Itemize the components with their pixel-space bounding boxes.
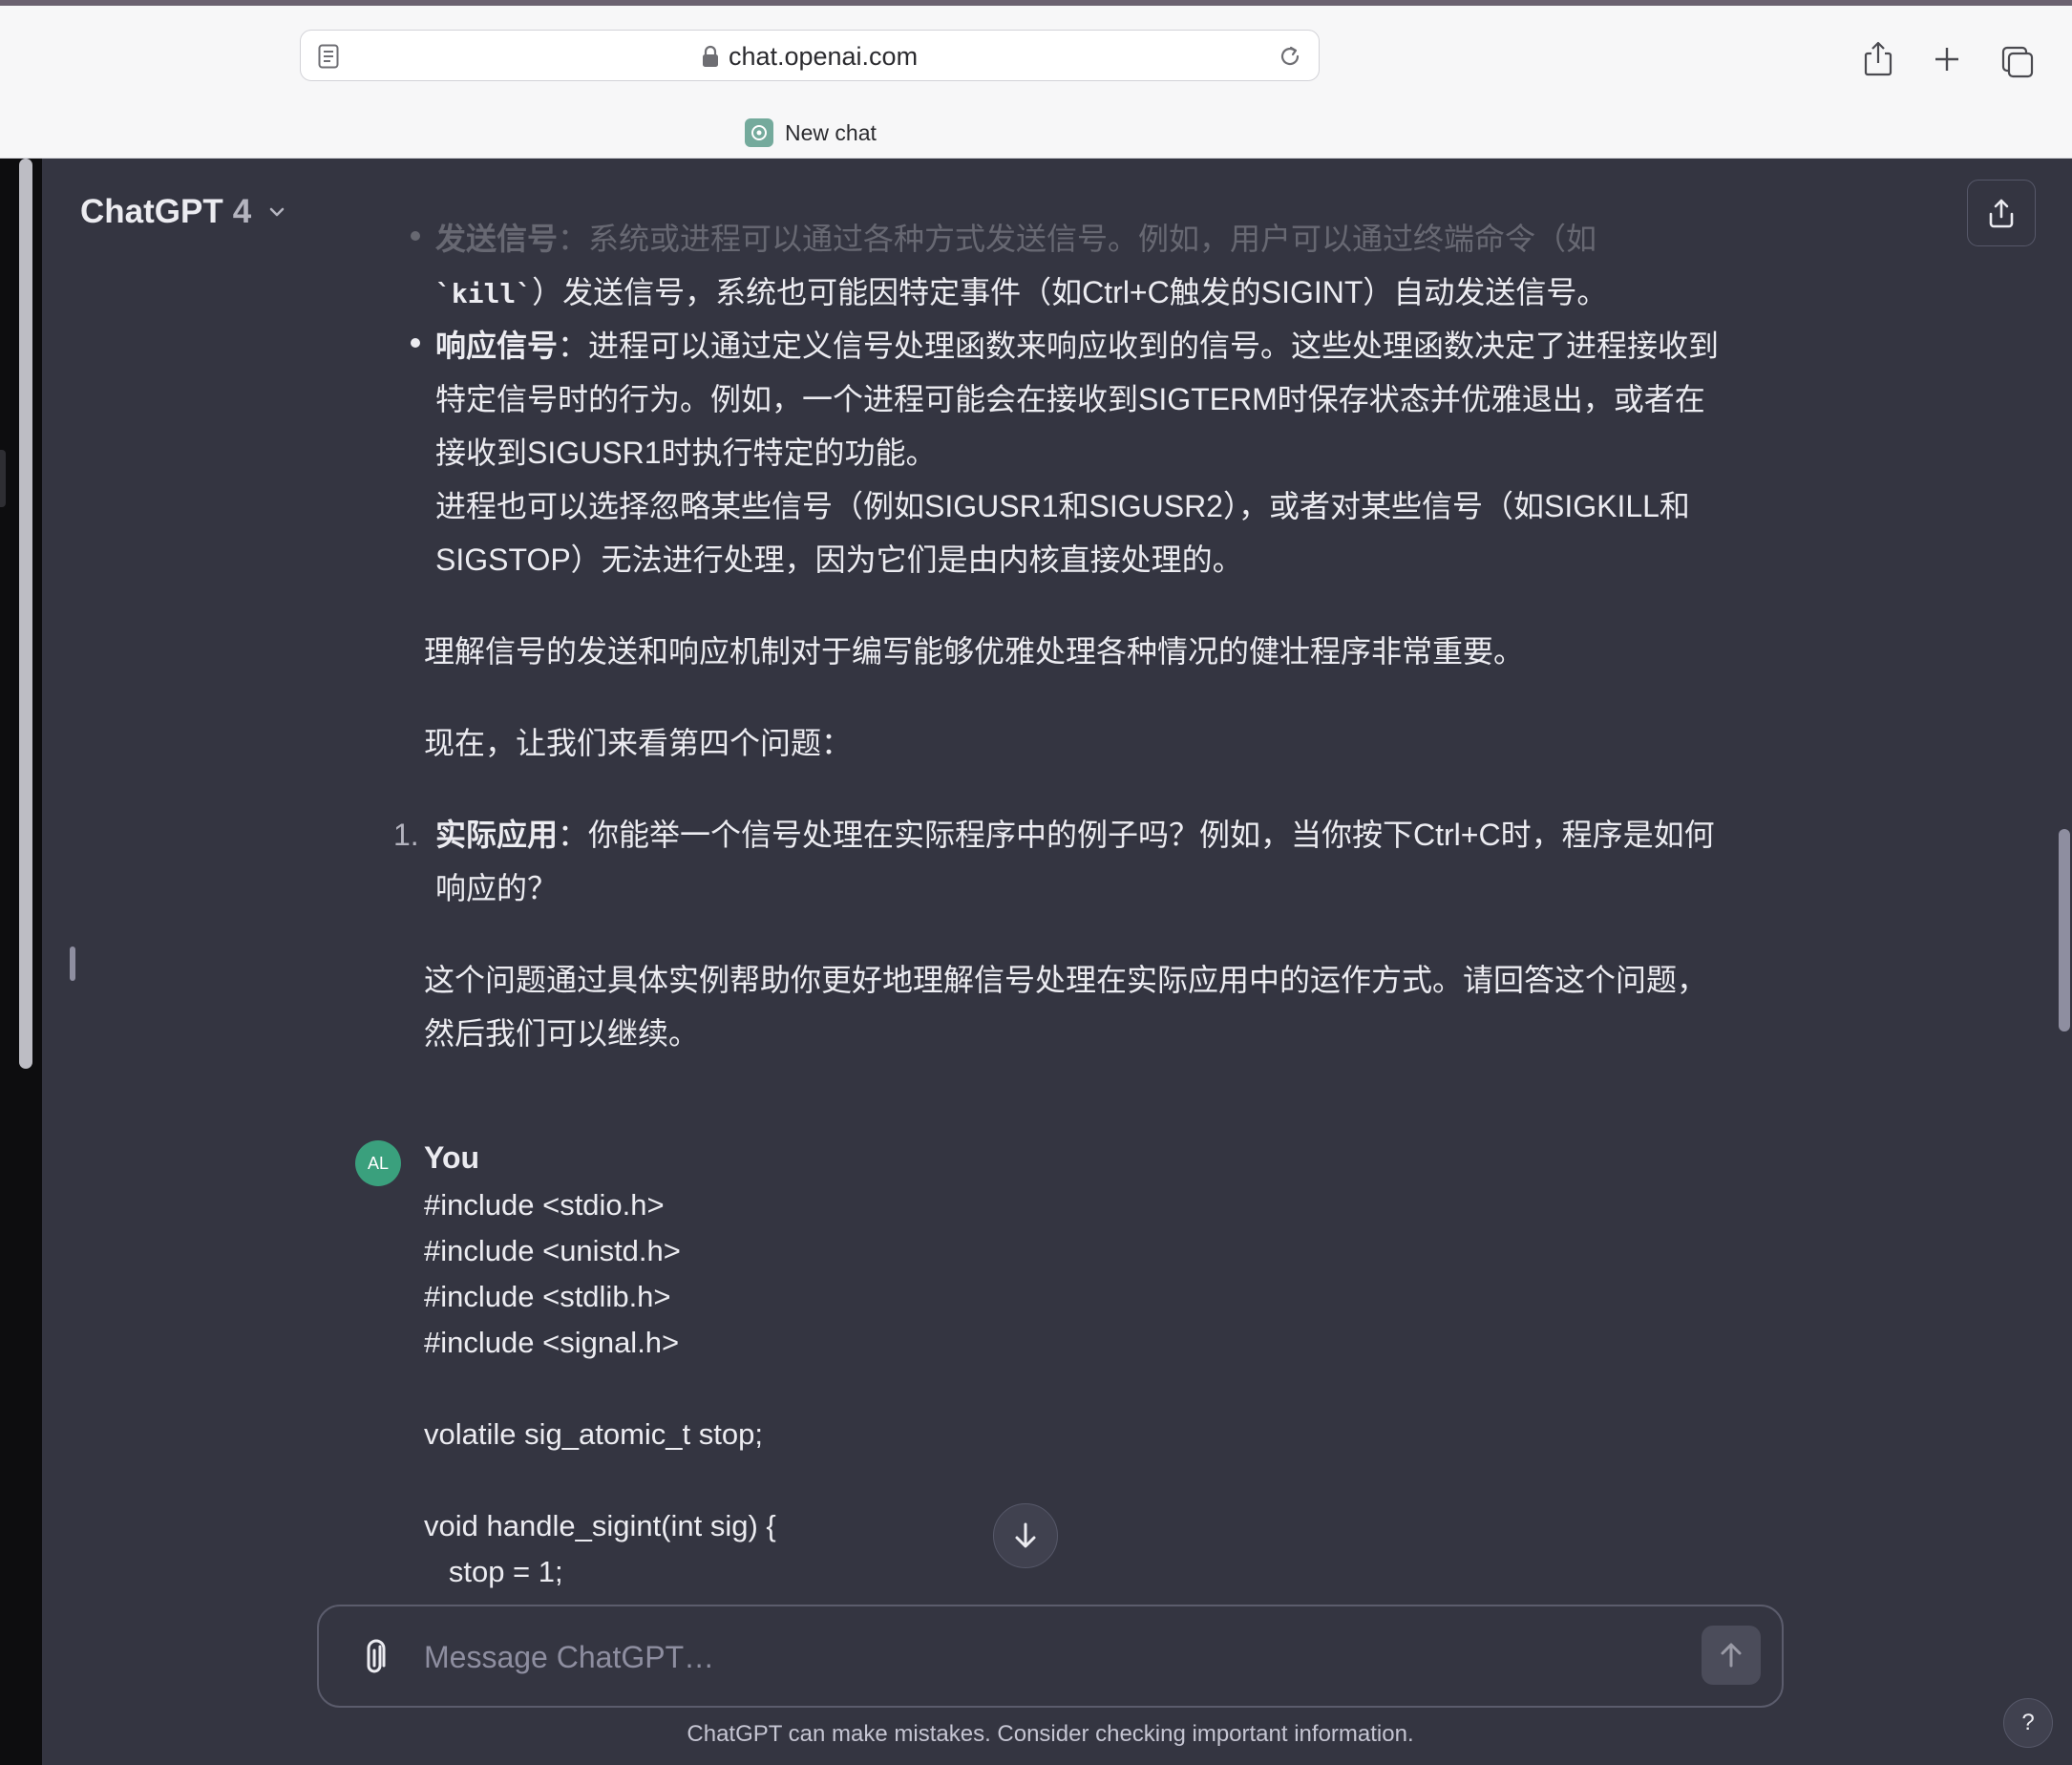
plus-icon[interactable] xyxy=(1929,40,1965,78)
bullet-2-line-5: SIGSTOP）无法进行处理，因为它们是由内核直接处理的。 xyxy=(435,542,1243,577)
send-button[interactable] xyxy=(1702,1626,1761,1685)
chevron-down-icon xyxy=(269,207,285,217)
url-text[interactable]: chat.openai.com xyxy=(729,42,918,72)
openai-logo-icon xyxy=(745,118,773,147)
sidebar-scrollbar[interactable] xyxy=(19,159,32,1069)
paperclip-icon[interactable] xyxy=(359,1637,393,1679)
avatar: AL xyxy=(355,1140,401,1186)
tabs-overview-icon[interactable] xyxy=(1999,40,2036,78)
address-bar[interactable]: chat.openai.com xyxy=(300,30,1320,81)
scroll-to-bottom-button[interactable] xyxy=(993,1503,1058,1568)
paragraph-2: 现在，让我们来看第四个问题： xyxy=(424,726,853,760)
bullet-2-line-3: 接收到SIGUSR1时执行特定的功能。 xyxy=(435,436,937,470)
reload-icon[interactable] xyxy=(1277,43,1303,70)
tab-title: New chat xyxy=(785,119,877,145)
message-input[interactable] xyxy=(424,1629,1617,1685)
sidebar-toggle-handle[interactable] xyxy=(70,946,75,981)
share-chat-button[interactable] xyxy=(1967,180,2036,246)
upload-share-icon xyxy=(1989,199,2014,228)
user-code-line: stop = 1; xyxy=(424,1555,563,1588)
help-button[interactable]: ? xyxy=(2003,1698,2053,1748)
chat-scrollbar[interactable] xyxy=(2059,829,2070,1031)
closing-line-2: 然后我们可以继续。 xyxy=(424,1016,700,1051)
user-code-line: #include <unistd.h> xyxy=(424,1234,681,1267)
arrow-down-icon xyxy=(1015,1522,1036,1548)
user-code-line: void handle_sigint(int sig) { xyxy=(424,1509,776,1542)
bullet-dot xyxy=(411,231,420,241)
numbered-line-2: 响应的？ xyxy=(435,871,559,905)
model-version: 4 xyxy=(232,193,252,230)
list-number: 1. xyxy=(393,818,419,852)
model-selector[interactable]: ChatGPT 4 xyxy=(80,193,287,231)
disclaimer-text: ChatGPT can make mistakes. Consider chec… xyxy=(687,1721,1414,1747)
user-code-line: #include <stdio.h> xyxy=(424,1188,665,1222)
paragraph-1: 理解信号的发送和响应机制对于编写能够优雅处理各种情况的健壮程序非常重要。 xyxy=(424,634,1525,669)
numbered-line-1: 实际应用：你能举一个信号处理在实际程序中的例子吗？例如，当你按下Ctrl+C时，… xyxy=(435,818,1715,852)
user-code-line: volatile sig_atomic_t stop; xyxy=(424,1417,763,1451)
tab-new-chat[interactable]: New chat xyxy=(745,117,877,149)
sidebar-tab[interactable] xyxy=(0,450,6,507)
user-code-line: #include <signal.h> xyxy=(424,1326,680,1359)
user-code-line: #include <stdlib.h> xyxy=(424,1280,671,1313)
bullet-1-line-2: `kill`）发送信号，系统也可能因特定事件（如Ctrl+C触发的SIGINT）… xyxy=(435,275,1608,309)
message-author: You xyxy=(424,1140,480,1175)
lock-icon xyxy=(702,45,718,67)
arrow-up-icon xyxy=(1721,1643,1742,1668)
share-icon[interactable] xyxy=(1860,40,1896,78)
bullet-2-line-2: 特定信号时的行为。例如，一个进程可能会在接收到SIGTERM时保存状态并优雅退出… xyxy=(435,382,1705,416)
bullet-1-line-1: 发送信号：系统或进程可以通过各种方式发送信号。例如，用户可以通过终端命令（如 xyxy=(435,222,1597,256)
message-composer xyxy=(317,1605,1784,1708)
browser-toolbar: chat.openai.com New chat xyxy=(0,6,2072,159)
model-name: ChatGPT xyxy=(80,193,223,230)
inline-code-kill: `kill` xyxy=(435,278,533,309)
bullet-2-line-4: 进程也可以选择忽略某些信号（例如SIGUSR1和SIGUSR2），或者对某些信号… xyxy=(435,489,1690,523)
closing-line-1: 这个问题通过具体实例帮助你更好地理解信号处理在实际应用中的运作方式。请回答这个问… xyxy=(424,963,1708,997)
bullet-2-line-1: 响应信号：进程可以通过定义信号处理函数来响应收到的信号。这些处理函数决定了进程接… xyxy=(435,329,1720,363)
chat-app: 发送信号：系统或进程可以通过各种方式发送信号。例如，用户可以通过终端命令（如 `… xyxy=(0,159,2072,1765)
bullet-dot xyxy=(411,338,420,348)
